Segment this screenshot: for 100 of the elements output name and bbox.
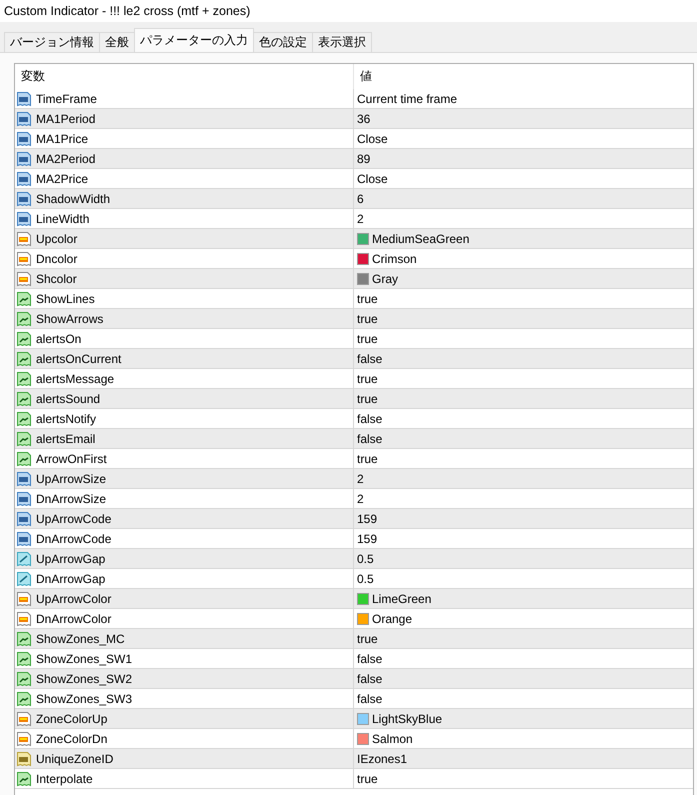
integer-type-icon: [16, 150, 32, 166]
boolean-type-icon: [16, 290, 32, 306]
parameter-name: DnArrowGap: [36, 572, 106, 586]
integer-type-icon: [16, 190, 32, 206]
parameter-value[interactable]: IEzones1: [357, 752, 408, 766]
parameter-name: Interpolate: [36, 772, 93, 786]
parameter-value[interactable]: false: [357, 652, 382, 666]
boolean-type-icon: [16, 310, 32, 326]
parameter-value[interactable]: true: [357, 372, 378, 386]
color-type-icon: [16, 230, 32, 246]
parameter-name: Shcolor: [36, 272, 77, 286]
parameter-name: ShowZones_SW3: [36, 692, 132, 706]
parameter-value[interactable]: 36: [357, 112, 370, 126]
fraction-type-icon: [16, 550, 32, 566]
integer-type-icon: [16, 490, 32, 506]
boolean-type-icon: [16, 370, 32, 386]
parameter-value[interactable]: Gray: [372, 272, 398, 286]
parameter-value[interactable]: Orange: [372, 612, 412, 626]
tab[interactable]: 表示選択: [312, 32, 372, 52]
tab[interactable]: バージョン情報: [4, 32, 100, 52]
parameter-value[interactable]: 2: [357, 212, 364, 226]
parameter-value[interactable]: false: [357, 412, 382, 426]
integer-type-icon: [16, 210, 32, 226]
parameter-value[interactable]: Close: [357, 132, 388, 146]
integer-type-icon: [16, 170, 32, 186]
parameter-value[interactable]: 2: [357, 472, 364, 486]
parameter-name: ShowZones_SW2: [36, 672, 132, 686]
parameter-value[interactable]: true: [357, 292, 378, 306]
parameter-name: UpArrowSize: [36, 472, 106, 486]
parameter-name: UniqueZoneID: [36, 752, 114, 766]
color-type-icon: [16, 710, 32, 726]
parameter-value[interactable]: true: [357, 452, 378, 466]
parameter-value[interactable]: true: [357, 392, 378, 406]
window-title: Custom Indicator - !!! le2 cross (mtf + zones): [4, 4, 250, 18]
parameter-name: alertsSound: [36, 392, 100, 406]
parameter-value[interactable]: true: [357, 632, 378, 646]
parameter-name: alertsNotify: [36, 412, 96, 426]
parameter-value[interactable]: true: [357, 332, 378, 346]
parameter-value[interactable]: false: [357, 352, 382, 366]
parameter-name: ShadowWidth: [36, 192, 110, 206]
integer-type-icon: [16, 510, 32, 526]
parameter-value[interactable]: LimeGreen: [372, 592, 432, 606]
column-header[interactable]: 変数: [21, 68, 45, 85]
parameter-value[interactable]: MediumSeaGreen: [372, 232, 470, 246]
column-header[interactable]: 値: [360, 68, 372, 85]
integer-type-icon: [16, 470, 32, 486]
parameter-value[interactable]: 6: [357, 192, 364, 206]
parameter-name: UpArrowGap: [36, 552, 106, 566]
integer-type-icon: [16, 530, 32, 546]
boolean-type-icon: [16, 770, 32, 786]
parameter-value[interactable]: true: [357, 312, 378, 326]
fraction-type-icon: [16, 570, 32, 586]
parameter-name: Dncolor: [36, 252, 78, 266]
parameter-name: alertsMessage: [36, 372, 114, 386]
parameter-value[interactable]: 0.5: [357, 552, 374, 566]
parameter-name: MA1Price: [36, 132, 88, 146]
parameter-value[interactable]: false: [357, 692, 382, 706]
parameter-value[interactable]: false: [357, 432, 382, 446]
boolean-type-icon: [16, 390, 32, 406]
integer-type-icon: [16, 110, 32, 126]
integer-type-icon: [16, 90, 32, 106]
parameter-value[interactable]: false: [357, 672, 382, 686]
string-type-icon: [16, 750, 32, 766]
boolean-type-icon: [16, 330, 32, 346]
color-type-icon: [16, 590, 32, 606]
parameter-name: UpArrowCode: [36, 512, 112, 526]
boolean-type-icon: [16, 630, 32, 646]
parameter-value[interactable]: Close: [357, 172, 388, 186]
boolean-type-icon: [16, 670, 32, 686]
parameter-name: ShowArrows: [36, 312, 104, 326]
parameter-name: Upcolor: [36, 232, 78, 246]
parameter-name: ShowZones_MC: [36, 632, 125, 646]
boolean-type-icon: [16, 690, 32, 706]
parameter-name: UpArrowColor: [36, 592, 112, 606]
parameter-value[interactable]: true: [357, 772, 378, 786]
parameter-value[interactable]: LightSkyBlue: [372, 712, 442, 726]
parameter-value[interactable]: Current time frame: [357, 92, 458, 106]
parameter-value[interactable]: 0.5: [357, 572, 374, 586]
parameter-value[interactable]: 89: [357, 152, 370, 166]
color-type-icon: [16, 270, 32, 286]
tab[interactable]: パラメーターの入力: [134, 28, 254, 52]
parameter-value[interactable]: Crimson: [372, 252, 417, 266]
parameter-name: alertsOn: [36, 332, 82, 346]
parameter-name: alertsOnCurrent: [36, 352, 122, 366]
integer-type-icon: [16, 130, 32, 146]
parameter-name: DnArrowColor: [36, 612, 112, 626]
parameter-value[interactable]: 159: [357, 512, 378, 526]
parameter-name: ArrowOnFirst: [36, 452, 107, 466]
parameter-name: ZoneColorDn: [36, 732, 108, 746]
boolean-type-icon: [16, 450, 32, 466]
parameter-name: alertsEmail: [36, 432, 96, 446]
parameter-name: ShowLines: [36, 292, 95, 306]
parameter-name: DnArrowCode: [36, 532, 112, 546]
parameter-name: DnArrowSize: [36, 492, 106, 506]
boolean-type-icon: [16, 430, 32, 446]
parameter-value[interactable]: Salmon: [372, 732, 413, 746]
parameter-value[interactable]: 2: [357, 492, 364, 506]
parameter-value[interactable]: 159: [357, 532, 378, 546]
boolean-type-icon: [16, 350, 32, 366]
parameter-name: MA1Period: [36, 112, 96, 126]
